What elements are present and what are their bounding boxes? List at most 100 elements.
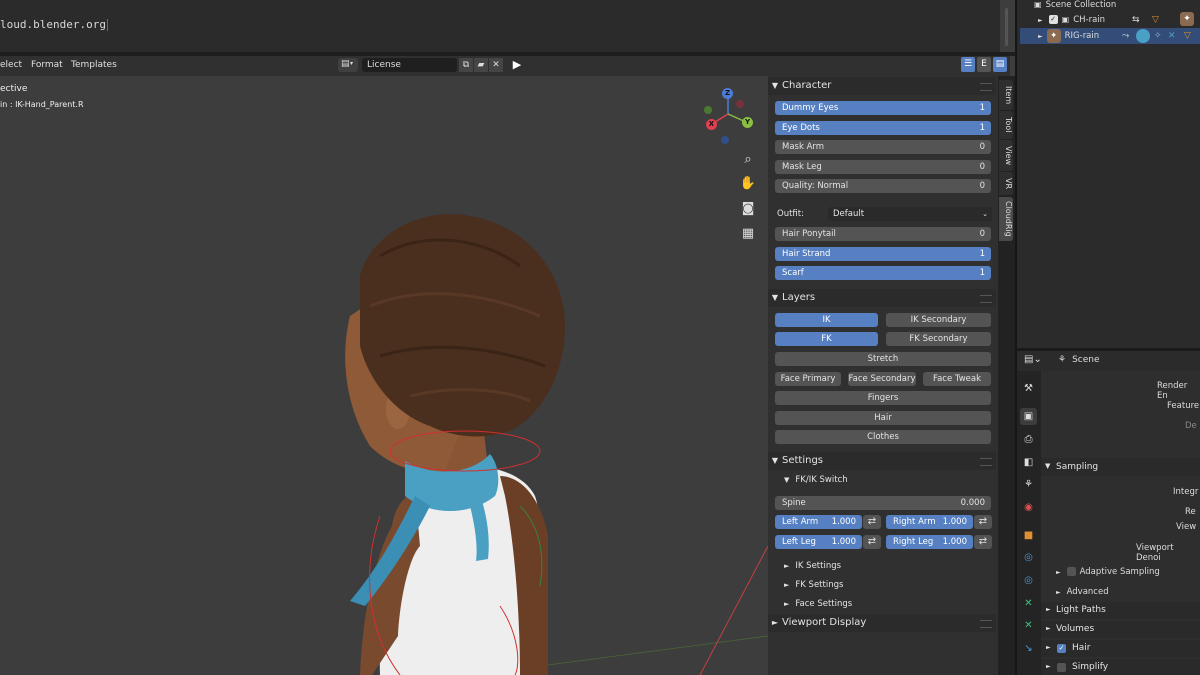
text-block-name-field[interactable]: License bbox=[362, 58, 457, 72]
drag-grip-icon[interactable] bbox=[980, 620, 992, 628]
close-icon[interactable]: ✕ bbox=[489, 58, 503, 72]
layers-panel-header[interactable]: ▼ Layers bbox=[768, 289, 996, 307]
simplify-checkbox[interactable] bbox=[1057, 663, 1066, 672]
right-arm-switch-icon[interactable]: ⇄ bbox=[974, 515, 992, 529]
row-value: 1.000 bbox=[831, 537, 856, 547]
outliner-item-ch-rain[interactable]: ► ✓ ▣ CH-rain ⇆ ▽ ✦ bbox=[1020, 12, 1200, 28]
viewport-display-panel-header[interactable]: ► Viewport Display bbox=[768, 614, 996, 632]
left-leg-switch-icon[interactable]: ⇄ bbox=[863, 535, 881, 549]
tab-view[interactable]: View bbox=[999, 140, 1013, 171]
text-editor-area[interactable] bbox=[0, 0, 1000, 52]
layer-face-primary-toggle[interactable]: Face Primary bbox=[775, 372, 841, 386]
right-leg-switch-icon[interactable]: ⇄ bbox=[974, 535, 992, 549]
tab-vr[interactable]: VR bbox=[999, 172, 1013, 195]
armature-data-tab-icon[interactable]: ✕ bbox=[1020, 595, 1037, 612]
menu-templates[interactable]: Templates bbox=[71, 60, 117, 70]
layer-ik-secondary-toggle[interactable]: IK Secondary bbox=[886, 313, 991, 327]
simplify-section-header[interactable]: ► Simplify bbox=[1041, 659, 1200, 675]
tab-tool[interactable]: Tool bbox=[999, 111, 1013, 139]
hair-strand-slider[interactable]: Hair Strand 1 bbox=[775, 247, 991, 261]
menu-format[interactable]: Format bbox=[31, 60, 63, 70]
spine-slider[interactable]: Spine 0.000 bbox=[775, 496, 991, 510]
menu-select[interactable]: elect bbox=[0, 60, 22, 70]
layer-ik-toggle[interactable]: IK bbox=[775, 313, 878, 327]
layer-face-tweak-toggle[interactable]: Face Tweak bbox=[923, 372, 991, 386]
output-tab-icon[interactable]: ⎙ bbox=[1020, 431, 1037, 448]
physics-tab-icon[interactable]: ◎ bbox=[1020, 549, 1037, 566]
perspective-grid-icon[interactable]: ▦ bbox=[738, 224, 758, 244]
scarf-slider[interactable]: Scarf 1 bbox=[775, 266, 991, 280]
navigation-gizmo[interactable]: Z Y X bbox=[700, 86, 760, 146]
world-tab-icon[interactable]: ◉ bbox=[1020, 499, 1037, 516]
right-leg-slider[interactable]: Right Leg 1.000 bbox=[886, 535, 973, 549]
drag-grip-icon[interactable] bbox=[980, 458, 992, 466]
light-paths-section-header[interactable]: ► Light Paths bbox=[1041, 602, 1200, 619]
sampling-section-header[interactable]: ▼ Sampling bbox=[1041, 458, 1200, 476]
layer-fingers-toggle[interactable]: Fingers bbox=[775, 391, 991, 405]
tab-item[interactable]: Item bbox=[999, 80, 1013, 110]
zoom-icon[interactable]: ⌕ bbox=[738, 150, 758, 170]
scene-tab-icon[interactable]: ⚘ bbox=[1020, 476, 1037, 493]
gizmo-y-axis[interactable]: Y bbox=[742, 117, 753, 128]
run-script-icon[interactable]: ▶ bbox=[510, 58, 524, 72]
adaptive-sampling-checkbox[interactable] bbox=[1066, 567, 1076, 576]
line-numbers-toggle-icon[interactable]: ☰ bbox=[961, 57, 975, 72]
text-browse-button[interactable]: ▤ ▾ bbox=[338, 58, 358, 72]
fk-settings-subpanel[interactable]: ► FK Settings bbox=[784, 580, 843, 590]
layer-face-secondary-toggle[interactable]: Face Secondary bbox=[848, 372, 916, 386]
layer-fk-toggle[interactable]: FK bbox=[775, 332, 878, 346]
mask-leg-slider[interactable]: Mask Leg 0 bbox=[775, 160, 991, 174]
outfit-dropdown[interactable]: Default ⌄ bbox=[828, 207, 992, 221]
view-layer-tab-icon[interactable]: ◧ bbox=[1020, 454, 1037, 471]
render-tab-icon[interactable]: ▣ bbox=[1020, 408, 1037, 425]
syntax-highlight-toggle-icon[interactable]: ▤ bbox=[993, 57, 1007, 72]
bone-tab-icon[interactable]: ✕ bbox=[1020, 617, 1037, 634]
gizmo-z-axis[interactable]: Z bbox=[722, 88, 733, 99]
pan-hand-icon[interactable]: ✋ bbox=[738, 174, 758, 194]
volumes-section-header[interactable]: ► Volumes bbox=[1041, 621, 1200, 638]
settings-panel-header[interactable]: ▼ Settings bbox=[768, 452, 996, 470]
ik-settings-subpanel[interactable]: ► IK Settings bbox=[784, 561, 841, 571]
mask-arm-slider[interactable]: Mask Arm 0 bbox=[775, 140, 991, 154]
object-tab-icon[interactable]: ■ bbox=[1020, 527, 1037, 544]
right-arm-slider[interactable]: Right Arm 1.000 bbox=[886, 515, 973, 529]
left-arm-slider[interactable]: Left Arm 1.000 bbox=[775, 515, 862, 529]
drag-grip-icon[interactable] bbox=[980, 83, 992, 91]
hair-checkbox[interactable]: ✓ bbox=[1057, 644, 1066, 653]
include-checkbox[interactable]: ✓ bbox=[1048, 15, 1058, 24]
layer-fk-secondary-toggle[interactable]: FK Secondary bbox=[886, 332, 991, 346]
character-panel-header[interactable]: ▼ Character bbox=[768, 77, 996, 95]
expand-arrow-icon: ▼ bbox=[1045, 462, 1051, 470]
text-editor-content[interactable]: loud.blender.org bbox=[0, 18, 108, 31]
face-settings-subpanel[interactable]: ► Face Settings bbox=[784, 599, 852, 609]
left-leg-slider[interactable]: Left Leg 1.000 bbox=[775, 535, 862, 549]
layer-stretch-toggle[interactable]: Stretch bbox=[775, 352, 991, 366]
outliner-item-rig-rain[interactable]: ► ✦ RIG-rain ⤳ ✧ ✕ ▽ bbox=[1020, 28, 1200, 44]
new-text-icon[interactable]: ⧉ bbox=[459, 58, 473, 72]
eye-dots-slider[interactable]: Eye Dots 1 bbox=[775, 121, 991, 135]
tab-cloudrig[interactable]: CloudRig bbox=[999, 197, 1013, 241]
hair-section-header[interactable]: ► ✓ Hair bbox=[1041, 640, 1200, 657]
fkik-switch-subpanel[interactable]: ▼ FK/IK Switch bbox=[784, 475, 848, 485]
editor-type-icon[interactable]: ▤⌄ bbox=[1024, 354, 1042, 365]
adaptive-sampling-subpanel[interactable]: ► Adaptive Sampling bbox=[1056, 567, 1160, 577]
outliner-panel[interactable] bbox=[1017, 0, 1200, 350]
advanced-subpanel[interactable]: ► Advanced bbox=[1056, 587, 1109, 597]
left-arm-switch-icon[interactable]: ⇄ bbox=[863, 515, 881, 529]
layer-hair-toggle[interactable]: Hair bbox=[775, 411, 991, 425]
hair-ponytail-slider[interactable]: Hair Ponytail 0 bbox=[775, 227, 991, 241]
gizmo-x-axis[interactable]: X bbox=[706, 119, 717, 130]
3d-viewport[interactable] bbox=[0, 76, 768, 675]
drag-grip-icon[interactable] bbox=[980, 295, 992, 303]
dummy-eyes-slider[interactable]: Dummy Eyes 1 bbox=[775, 101, 991, 115]
constraints-tab-icon[interactable]: ◎ bbox=[1020, 572, 1037, 589]
word-wrap-toggle-icon[interactable]: E bbox=[977, 57, 991, 72]
collapsed-arrow-icon: ► bbox=[1038, 33, 1043, 40]
text-editor-scrollbar[interactable] bbox=[1005, 8, 1008, 46]
bone-constraint-tab-icon[interactable]: ↘ bbox=[1020, 640, 1037, 657]
tool-tab-icon[interactable]: ⚒ bbox=[1020, 380, 1037, 397]
quality-slider[interactable]: Quality: Normal 0 bbox=[775, 179, 991, 193]
camera-icon[interactable]: ◙ bbox=[738, 199, 758, 219]
layer-clothes-toggle[interactable]: Clothes bbox=[775, 430, 991, 444]
open-folder-icon[interactable]: ▰ bbox=[474, 58, 488, 72]
